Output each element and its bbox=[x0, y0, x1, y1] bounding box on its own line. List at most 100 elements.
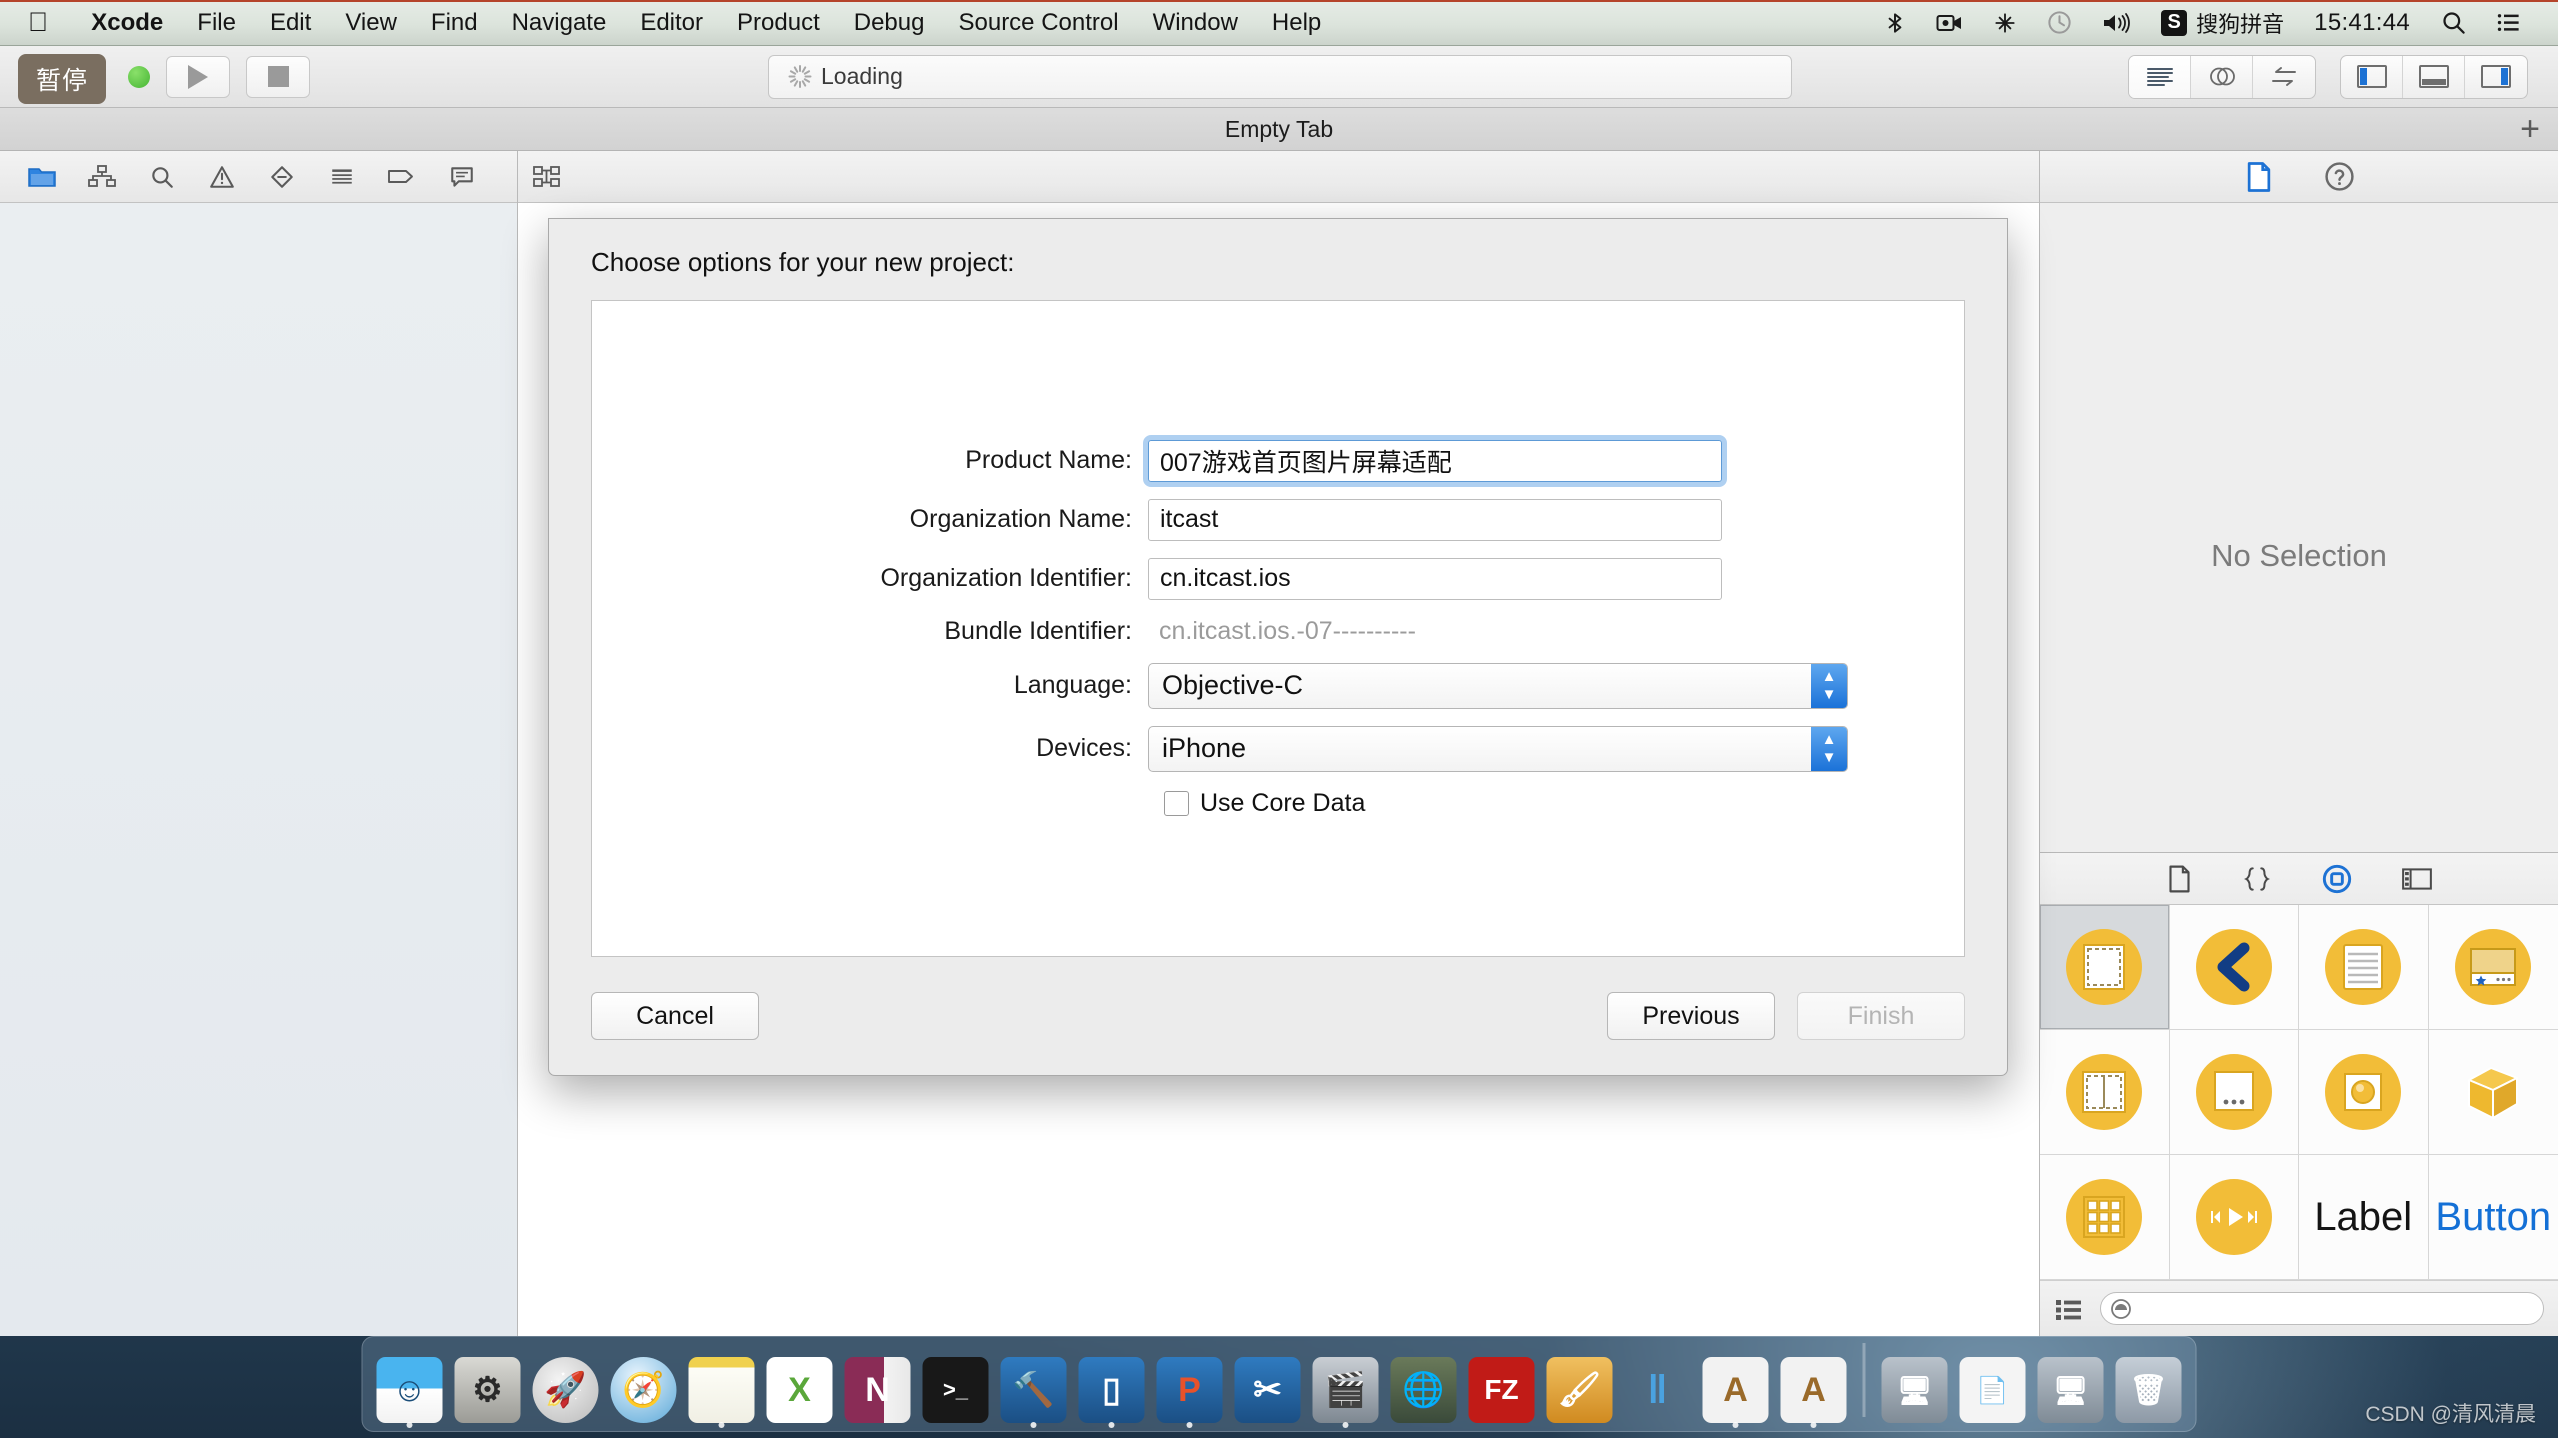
dock-trash[interactable]: 🗑 bbox=[2112, 1347, 2186, 1423]
dock-finder[interactable]: ☺ bbox=[373, 1347, 447, 1428]
library-item-page-view-controller[interactable] bbox=[2169, 1030, 2299, 1155]
dock-system-preferences[interactable]: ⚙ bbox=[451, 1347, 525, 1423]
menu-bar:  Xcode File Edit View Find Navigate Edi… bbox=[0, 0, 2558, 46]
organization-name-input[interactable]: itcast bbox=[1148, 498, 1722, 541]
inspector-selector-bar bbox=[2040, 151, 2558, 203]
dock-sketch[interactable]: P bbox=[1153, 1347, 1227, 1428]
object-library-icon[interactable] bbox=[2321, 863, 2353, 895]
use-core-data-checkbox[interactable] bbox=[1164, 790, 1189, 816]
file-template-library-icon[interactable] bbox=[2166, 864, 2193, 894]
assistant-editor-button[interactable] bbox=[2191, 55, 2253, 98]
timemachine-icon[interactable] bbox=[2046, 9, 2073, 36]
issue-icon bbox=[271, 165, 293, 188]
bluetooth-icon[interactable] bbox=[1882, 10, 1908, 36]
library-item-tab-bar-controller[interactable] bbox=[2428, 905, 2558, 1030]
screen-record-icon[interactable] bbox=[1936, 10, 1964, 36]
dock-terminal[interactable]: >_ bbox=[919, 1347, 993, 1423]
sidebar-item-test-navigator[interactable] bbox=[252, 157, 312, 197]
menu-item-find[interactable]: Find bbox=[414, 9, 495, 37]
dock-onenote[interactable]: N bbox=[841, 1347, 915, 1423]
run-button[interactable] bbox=[166, 55, 230, 98]
dock-xcode[interactable]: 🔨 bbox=[997, 1347, 1071, 1428]
menu-item-file[interactable]: File bbox=[180, 9, 253, 37]
sidebar-item-project-navigator[interactable] bbox=[12, 157, 72, 197]
toggle-navigator-button[interactable] bbox=[2341, 55, 2403, 98]
library-item-button[interactable]: Button bbox=[2428, 1155, 2558, 1280]
apple-menu-icon[interactable]:  bbox=[28, 9, 48, 36]
menu-item-navigate[interactable]: Navigate bbox=[495, 9, 624, 37]
product-name-input[interactable]: 007游戏首页图片屏幕适配 bbox=[1143, 434, 1727, 487]
navigator-selector-bar bbox=[0, 151, 517, 203]
volume-icon[interactable] bbox=[2101, 10, 2133, 36]
menu-item-product[interactable]: Product bbox=[720, 9, 837, 37]
menu-item-edit[interactable]: Edit bbox=[253, 9, 328, 37]
breadcrumb-icon[interactable] bbox=[532, 164, 562, 189]
dock-textedit-2[interactable]: A bbox=[1777, 1347, 1851, 1428]
library-item-table-view-controller[interactable] bbox=[2299, 905, 2429, 1030]
library-item-label[interactable]: Label bbox=[2299, 1155, 2429, 1280]
input-method-indicator[interactable]: S 搜狗拼音 bbox=[2161, 7, 2284, 39]
library-item-split-view-controller[interactable] bbox=[2040, 1030, 2170, 1155]
previous-button[interactable]: Previous bbox=[1607, 992, 1775, 1040]
menu-item-xcode[interactable]: Xcode bbox=[74, 9, 180, 37]
cancel-button[interactable]: Cancel bbox=[591, 992, 759, 1040]
dock-simulator[interactable]: ▯ bbox=[1075, 1347, 1149, 1428]
menu-item-editor[interactable]: Editor bbox=[623, 9, 720, 37]
search-icon[interactable] bbox=[2440, 9, 2467, 36]
quick-help-icon[interactable] bbox=[2324, 161, 2355, 192]
list-view-icon[interactable] bbox=[2054, 1296, 2084, 1322]
library-item-navigation-controller[interactable] bbox=[2169, 905, 2299, 1030]
file-inspector-icon[interactable] bbox=[2244, 161, 2274, 193]
dock-notes[interactable] bbox=[685, 1347, 759, 1428]
sidebar-item-find-navigator[interactable] bbox=[132, 157, 192, 197]
library-item-button-text: Button bbox=[2435, 1194, 2552, 1239]
sidebar-item-report-navigator[interactable] bbox=[432, 157, 492, 197]
dock-stack-document[interactable]: 📄 bbox=[1956, 1347, 2030, 1423]
menu-item-help[interactable]: Help bbox=[1255, 9, 1338, 37]
dock-stack-screenshot-1[interactable]: 🖥 bbox=[1878, 1347, 1952, 1423]
menu-item-source-control[interactable]: Source Control bbox=[941, 9, 1135, 37]
devices-popup[interactable]: iPhone ▲ ▼ bbox=[1148, 725, 1848, 772]
library-item-glkit-view-controller[interactable] bbox=[2299, 1030, 2429, 1155]
navigator-content[interactable] bbox=[0, 203, 517, 1336]
dock-safari[interactable]: 🧭 bbox=[607, 1347, 681, 1423]
toggle-debug-button[interactable] bbox=[2403, 55, 2465, 98]
sidebar-item-breakpoint-navigator[interactable] bbox=[372, 157, 432, 197]
project-options-form: Product Name: 007游戏首页图片屏幕适配 Organization… bbox=[592, 434, 1964, 818]
dock-textedit-1[interactable]: A bbox=[1699, 1347, 1773, 1428]
plus-icon[interactable]: + bbox=[2520, 112, 2540, 146]
version-editor-button[interactable] bbox=[2253, 56, 2315, 98]
sidebar-item-debug-navigator[interactable] bbox=[312, 157, 372, 197]
dock-quicktime[interactable]: 🎬 bbox=[1309, 1347, 1383, 1428]
list-icon[interactable] bbox=[2495, 9, 2522, 36]
standard-editor-button[interactable] bbox=[2129, 55, 2191, 98]
toggle-utilities-button[interactable] bbox=[2465, 56, 2527, 98]
menu-bar-clock[interactable]: 15:41:44 bbox=[2314, 9, 2410, 37]
dock-excel[interactable]: X bbox=[763, 1347, 837, 1423]
dock-launchpad[interactable]: 🚀 bbox=[529, 1347, 603, 1423]
dock-paint[interactable]: 🖌 bbox=[1543, 1347, 1617, 1423]
organization-identifier-input[interactable]: cn.itcast.ios bbox=[1148, 557, 1722, 600]
sidebar-item-issue-navigator[interactable] bbox=[192, 157, 252, 197]
dock-pages[interactable]: ‖ bbox=[1621, 1347, 1695, 1423]
menu-item-debug[interactable]: Debug bbox=[837, 9, 942, 37]
dock-stack-screenshot-2[interactable]: 🖥 bbox=[2034, 1347, 2108, 1423]
library-filter-input[interactable] bbox=[2100, 1292, 2544, 1325]
tab-empty[interactable]: Empty Tab bbox=[1225, 116, 1333, 143]
media-library-icon[interactable] bbox=[2401, 865, 2433, 893]
dock-fileshare[interactable]: 🌐 bbox=[1387, 1347, 1461, 1423]
library-item-collection-view-controller[interactable] bbox=[2040, 1155, 2170, 1280]
code-snippet-library-icon[interactable] bbox=[2241, 864, 2273, 894]
library-item-scene-kit-view[interactable] bbox=[2428, 1030, 2558, 1155]
library-item-view-controller[interactable] bbox=[2040, 905, 2170, 1030]
library-item-avkit-player-controller[interactable] bbox=[2169, 1155, 2299, 1280]
dropbox-icon[interactable] bbox=[1992, 10, 2018, 36]
stop-button[interactable] bbox=[246, 55, 310, 98]
use-core-data-row[interactable]: Use Core Data bbox=[1164, 789, 1964, 818]
menu-item-window[interactable]: Window bbox=[1136, 9, 1255, 37]
dock-filezilla[interactable]: FZ bbox=[1465, 1347, 1539, 1423]
dock-illustrator[interactable]: ✂ bbox=[1231, 1347, 1305, 1423]
sidebar-item-symbol-navigator[interactable] bbox=[72, 157, 132, 197]
language-popup[interactable]: Objective-C ▲ ▼ bbox=[1148, 662, 1848, 709]
menu-item-view[interactable]: View bbox=[328, 9, 414, 37]
